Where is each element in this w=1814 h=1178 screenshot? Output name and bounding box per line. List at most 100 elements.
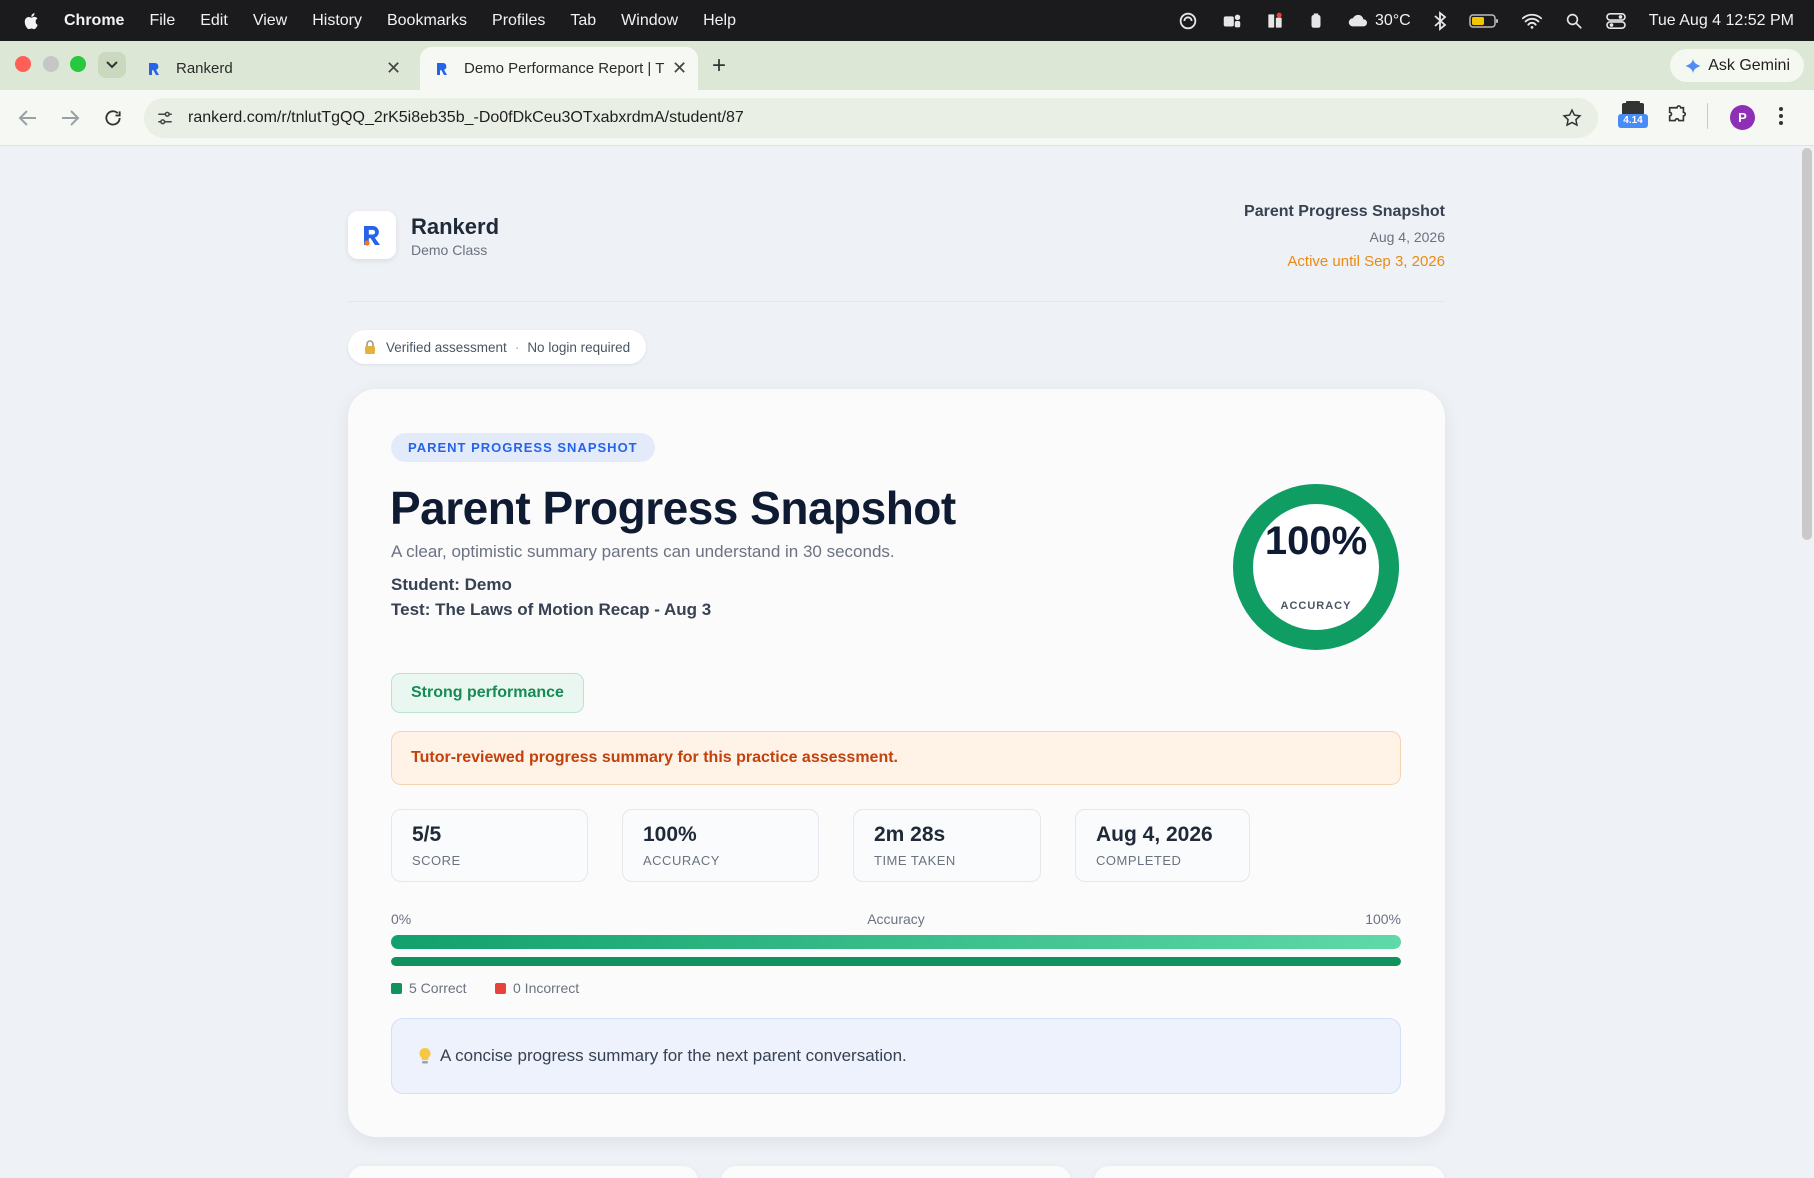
- new-tab-button[interactable]: +: [712, 52, 726, 80]
- class-name: Demo Class: [411, 242, 488, 258]
- stat-completed: Aug 4, 2026 COMPLETED: [1075, 809, 1250, 882]
- stat-time-value: 2m 28s: [874, 823, 946, 846]
- bookmark-star-icon[interactable]: [1562, 108, 1582, 128]
- report-date: Aug 4, 2026: [1369, 229, 1445, 245]
- stat-score-label: SCORE: [412, 853, 461, 868]
- correct-incorrect-bar: [391, 957, 1401, 966]
- rankerd-logo-icon: [364, 226, 380, 246]
- site-settings-icon[interactable]: [156, 109, 174, 127]
- url-text[interactable]: rankerd.com/r/tnlutTgQQ_2rK5i8eb35b_-Do0…: [188, 109, 744, 127]
- stat-completed-value: Aug 4, 2026: [1096, 823, 1213, 846]
- browser-toolbar: rankerd.com/r/tnlutTgQQ_2rK5i8eb35b_-Do0…: [0, 90, 1814, 146]
- extensions-puzzle-icon[interactable]: [1666, 105, 1688, 127]
- toolbar-divider: [1707, 103, 1708, 129]
- accuracy-ring-value: 100%: [1264, 519, 1368, 563]
- macos-menu-bar: Chrome File Edit View History Bookmarks …: [0, 0, 1814, 41]
- legend-correct: 5 Correct: [391, 980, 467, 996]
- tip-box: A concise progress summary for the next …: [391, 1018, 1401, 1094]
- no-login-text: No login required: [527, 339, 631, 355]
- stat-accuracy-label: ACCURACY: [643, 853, 720, 868]
- page-scrollbar[interactable]: [1802, 148, 1812, 540]
- tab-demo-performance-report[interactable]: Demo Performance Report | T ✕: [420, 47, 698, 90]
- legend-correct-label: 5 Correct: [409, 980, 467, 996]
- teams-icon[interactable]: [1221, 10, 1243, 32]
- apple-icon[interactable]: [22, 11, 42, 31]
- spotlight-search-icon[interactable]: [1565, 12, 1583, 30]
- extension-badge: 4.14: [1618, 114, 1648, 128]
- minimize-window-button[interactable]: [43, 56, 59, 72]
- gemini-sparkle-icon: [1685, 58, 1701, 73]
- verified-text: Verified assessment: [386, 339, 507, 355]
- accuracy-gradient-bar: [391, 935, 1401, 949]
- app-red-icon[interactable]: [1265, 10, 1285, 32]
- more-menu-icon[interactable]: [1778, 106, 1784, 126]
- stat-completed-label: COMPLETED: [1096, 853, 1182, 868]
- report-meta-title: Parent Progress Snapshot: [1244, 203, 1445, 220]
- forward-arrow-icon[interactable]: [60, 109, 80, 127]
- legend-incorrect: 0 Incorrect: [495, 980, 579, 996]
- correct-swatch: [391, 982, 402, 994]
- lock-icon: [365, 340, 375, 354]
- menu-window[interactable]: Window: [621, 12, 678, 30]
- next-card-1: [348, 1166, 698, 1178]
- openai-icon[interactable]: [1177, 10, 1199, 32]
- reload-icon[interactable]: [103, 108, 123, 128]
- status-area: 30°C Tue Aug 4 12:52 PM: [1177, 0, 1794, 41]
- menu-chrome[interactable]: Chrome: [64, 12, 124, 30]
- tab-search-button[interactable]: [98, 52, 126, 78]
- battery-icon[interactable]: [1468, 13, 1499, 29]
- menu-view[interactable]: View: [253, 12, 287, 30]
- test-name: Test: The Laws of Motion Recap - Aug 3: [391, 600, 712, 619]
- tab-title: Rankerd: [176, 60, 233, 77]
- stat-accuracy-value: 100%: [643, 823, 697, 846]
- close-window-button[interactable]: [15, 56, 31, 72]
- ask-gemini-label: Ask Gemini: [1708, 56, 1790, 74]
- menu-tab[interactable]: Tab: [570, 12, 596, 30]
- menu-profiles[interactable]: Profiles: [492, 12, 545, 30]
- cloud-icon: [1348, 14, 1367, 26]
- weather-temp[interactable]: 30°C: [1375, 12, 1411, 30]
- accuracy-ring: [1233, 484, 1399, 650]
- battery-app-icon[interactable]: [1307, 10, 1325, 32]
- control-center-icon[interactable]: [1605, 12, 1627, 30]
- performance-badge: Strong performance: [391, 673, 584, 713]
- address-bar[interactable]: rankerd.com/r/tnlutTgQQ_2rK5i8eb35b_-Do0…: [144, 98, 1598, 138]
- student-name: Student: Demo: [391, 575, 512, 594]
- close-tab-icon[interactable]: ✕: [672, 58, 687, 79]
- tip-text: A concise progress summary for the next …: [440, 1046, 907, 1065]
- stat-score-value: 5/5: [412, 823, 442, 846]
- rankerd-logo: [348, 211, 396, 259]
- header-divider: [348, 301, 1445, 302]
- stat-accuracy: 100% ACCURACY: [622, 809, 819, 882]
- verified-badge: Verified assessment · No login required: [348, 330, 647, 364]
- ask-gemini-button[interactable]: Ask Gemini: [1670, 49, 1804, 82]
- back-arrow-icon[interactable]: [18, 109, 38, 127]
- snapshot-tag: PARENT PROGRESS SNAPSHOT: [391, 433, 655, 462]
- extension-button[interactable]: 4.14: [1618, 100, 1648, 130]
- maximize-window-button[interactable]: [70, 56, 86, 72]
- lightbulb-icon: [419, 1048, 431, 1064]
- clock[interactable]: Tue Aug 4 12:52 PM: [1649, 12, 1794, 30]
- accuracy-ring-label: ACCURACY: [1280, 600, 1352, 612]
- menu-edit[interactable]: Edit: [200, 12, 228, 30]
- page-subtitle: A clear, optimistic summary parents can …: [391, 542, 895, 561]
- wifi-icon[interactable]: [1521, 12, 1543, 30]
- active-until: Active until Sep 3, 2026: [1287, 253, 1445, 270]
- menu-file[interactable]: File: [149, 12, 175, 30]
- menu-help[interactable]: Help: [703, 12, 736, 30]
- tab-title: Demo Performance Report | T: [464, 60, 665, 77]
- bluetooth-icon[interactable]: [1433, 10, 1447, 31]
- close-tab-icon[interactable]: ✕: [386, 58, 401, 79]
- menu-history[interactable]: History: [312, 12, 362, 30]
- tab-rankerd[interactable]: Rankerd ✕: [134, 47, 408, 90]
- rankerd-favicon-icon: [437, 62, 447, 75]
- report-meta: Parent Progress Snapshot Aug 4, 2026 Act…: [1244, 203, 1445, 270]
- page-title: Parent Progress Snapshot: [390, 482, 956, 534]
- menu-bookmarks[interactable]: Bookmarks: [387, 12, 467, 30]
- next-card-3: [1094, 1166, 1445, 1178]
- stat-score: 5/5 SCORE: [391, 809, 588, 882]
- profile-avatar[interactable]: P: [1730, 105, 1755, 130]
- correct-fill: [391, 957, 1401, 966]
- incorrect-swatch: [495, 982, 506, 994]
- rankerd-favicon-icon: [149, 62, 159, 75]
